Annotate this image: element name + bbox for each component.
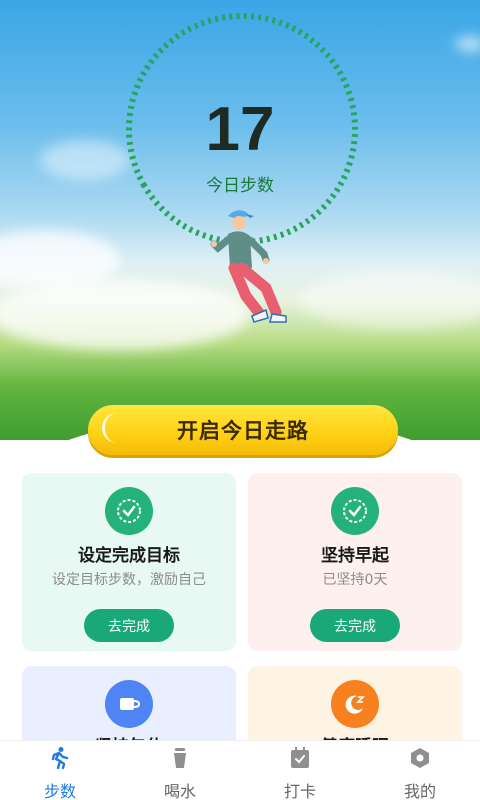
- check-shield-icon: [105, 487, 153, 535]
- sleep-icon: [331, 680, 379, 728]
- runner-illustration: [210, 210, 287, 323]
- tab-label: 喝水: [163, 782, 196, 800]
- card-early-rise[interactable]: 坚持早起 已坚持0天 去完成: [248, 473, 462, 651]
- steps-count: 17: [205, 95, 275, 164]
- walking-icon: [48, 746, 72, 770]
- card-subtitle: 设定目标步数，激励自己: [52, 572, 206, 588]
- hero-background: 17 今日步数: [0, 0, 480, 440]
- start-walk-button[interactable]: 开启今日走路: [88, 405, 398, 455]
- tab-profile[interactable]: 我的: [360, 741, 480, 800]
- tab-label: 打卡: [283, 782, 316, 800]
- check-shield-icon: [331, 487, 379, 535]
- card-subtitle: 已坚持0天: [322, 572, 388, 588]
- tab-checkin[interactable]: 打卡: [240, 741, 360, 800]
- cup-icon: [105, 680, 153, 728]
- profile-hex-icon: [408, 746, 432, 770]
- tab-label: 我的: [403, 782, 436, 800]
- card-set-goal[interactable]: 设定完成目标 设定目标步数，激励自己 去完成: [22, 473, 236, 651]
- tab-drink[interactable]: 喝水: [120, 741, 240, 800]
- start-walk-label: 开启今日走路: [177, 419, 309, 443]
- bottom-tab-bar: 步数 喝水 打卡 我的: [0, 740, 480, 800]
- card-title: 坚持早起: [321, 546, 389, 566]
- tab-label: 步数: [43, 782, 76, 800]
- complete-button[interactable]: 去完成: [310, 609, 400, 642]
- calendar-check-icon: [288, 746, 312, 770]
- shine-decoration: [102, 413, 122, 443]
- steps-label: 今日步数: [206, 176, 274, 196]
- complete-button[interactable]: 去完成: [84, 609, 174, 642]
- tab-steps[interactable]: 步数: [0, 741, 120, 800]
- card-title: 设定完成目标: [78, 546, 180, 566]
- drink-cup-icon: [168, 746, 192, 770]
